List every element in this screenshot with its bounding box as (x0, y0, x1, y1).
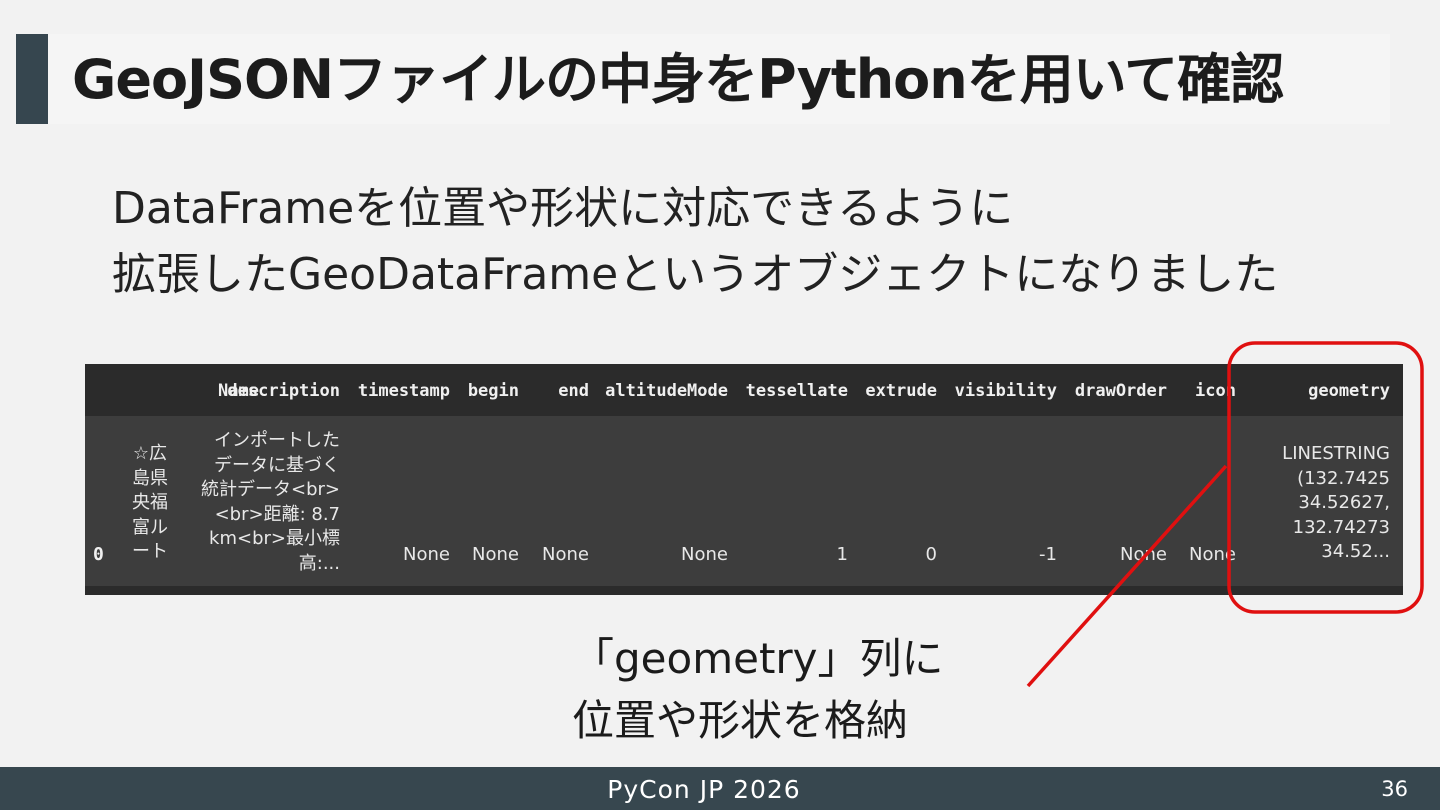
cell-line: 高:... (298, 552, 340, 574)
column-header-tessellate: tessellate (745, 381, 848, 401)
column-header-draworder: drawOrder (1074, 381, 1167, 401)
cell-name: ☆広 島県 央福 富ル ート (125, 442, 175, 565)
cell-end: None (542, 544, 589, 565)
cell-line: 132.74273 (1292, 516, 1390, 538)
page-number: 36 (1381, 777, 1408, 801)
cell-line: 富ル (132, 516, 168, 538)
subtitle-line: 拡張したGeoDataFrameというオブジェクトになりました (112, 249, 1279, 300)
column-header-visibility: visibility (954, 381, 1057, 401)
cell-line: 統計データ<br> (201, 479, 340, 500)
cell-line: (132.7425 (1297, 467, 1390, 489)
slide-subtitle: DataFrameを位置や形状に対応できるように 拡張したGeoDataFram… (112, 176, 1278, 308)
cell-line: ☆広 (132, 443, 168, 464)
cell-line: インポートした (214, 430, 340, 451)
footer-title: PyCon JP 2026 (607, 775, 801, 804)
column-header-timestamp: timestamp (357, 381, 450, 401)
slide-title: GeoJSONファイルの中身をPythonを用いて確認 (72, 48, 1284, 111)
cell-line: 34.52... (1321, 541, 1390, 562)
cell-line: ート (132, 541, 168, 562)
cell-line: 島県 (132, 467, 168, 489)
cell-line: 34.52627, (1298, 492, 1390, 513)
column-header-altitudemode: altitudeMode (605, 381, 728, 401)
cell-icon: None (1189, 544, 1236, 565)
title-bar: GeoJSONファイルの中身をPythonを用いて確認 (16, 34, 1390, 124)
column-header-end: end (558, 381, 589, 401)
column-header-geometry: geometry (1308, 381, 1390, 401)
cell-line: 央福 (132, 492, 168, 513)
cell-line: <br>距離: 8.7 (214, 503, 340, 525)
annotation-line: 「geometry」列に (572, 634, 944, 683)
subtitle-line: DataFrameを位置や形状に対応できるように (112, 183, 1014, 234)
cell-line: データに基づく (214, 454, 340, 476)
column-header-icon: icon (1195, 381, 1236, 401)
cell-draworder: None (1120, 544, 1167, 565)
geodataframe-table: Name description timestamp begin end alt… (85, 364, 1403, 595)
cell-visibility: -1 (1039, 544, 1057, 565)
table-bottom-border (85, 586, 1403, 595)
geometry-annotation: 「geometry」列に 位置や形状を格納 (572, 628, 944, 752)
column-header-description: description (227, 381, 340, 401)
cell-timestamp: None (403, 544, 450, 565)
slide-footer: PyCon JP 2026 36 (0, 767, 1440, 810)
annotation-line: 位置や形状を格納 (572, 696, 909, 745)
cell-description: インポートした データに基づく 統計データ<br> <br>距離: 8.7 km… (190, 429, 340, 576)
column-header-begin: begin (467, 381, 519, 401)
table-header-row: Name description timestamp begin end alt… (85, 364, 1403, 416)
cell-extrude: 0 (925, 544, 937, 565)
row-index: 0 (93, 544, 104, 565)
cell-line: km<br>最小標 (209, 528, 340, 549)
cell-geometry: LINESTRING (132.7425 34.52627, 132.74273… (1250, 442, 1390, 565)
cell-begin: None (472, 544, 519, 565)
column-header-extrude: extrude (865, 381, 937, 401)
cell-line: LINESTRING (1282, 443, 1390, 464)
table-row: 0 ☆広 島県 央福 富ル ート インポートした データに基づく 統計データ<b… (85, 416, 1403, 586)
title-accent-bar (16, 34, 48, 124)
cell-tessellate: 1 (836, 544, 848, 565)
cell-altitudemode: None (681, 544, 728, 565)
